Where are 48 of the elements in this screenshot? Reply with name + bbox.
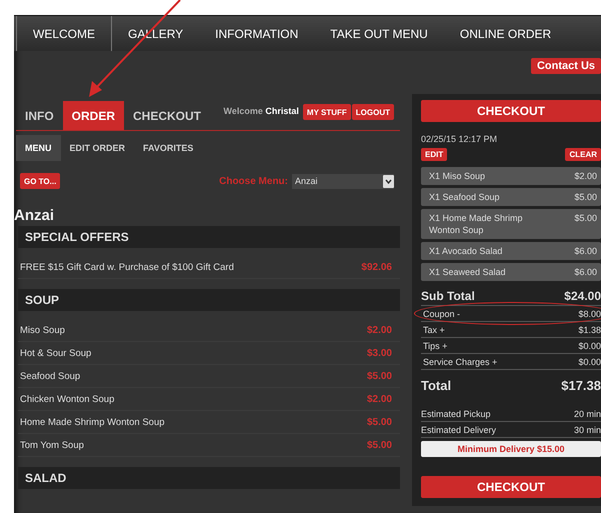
- menu-item[interactable]: Chicken Wonton Soup $2.00: [18, 388, 400, 411]
- tab[interactable]: CHECKOUT: [124, 101, 210, 130]
- estimate-row: Estimated Pickup 20 min: [421, 406, 601, 422]
- contact-us-button[interactable]: Contact Us: [530, 58, 601, 74]
- subtab[interactable]: FAVORITES: [134, 135, 202, 161]
- menu-item[interactable]: Seafood Soup $5.00: [18, 365, 400, 388]
- cart-item[interactable]: X1 Seafood Soup $5.00: [421, 188, 601, 206]
- clear-button[interactable]: CLEAR: [565, 148, 601, 161]
- tab[interactable]: INFO: [16, 101, 63, 130]
- cart-item[interactable]: X1 Seaweed Salad $6.00: [421, 263, 601, 281]
- charge-row: Service Charges + $0.00: [421, 354, 601, 370]
- go-to-button[interactable]: GO TO...: [20, 173, 60, 189]
- caret-icon: [383, 174, 394, 188]
- user-button[interactable]: MY STUFF: [302, 104, 351, 120]
- charge-row: Tips + $0.00: [421, 338, 601, 354]
- checkout-button[interactable]: CHECKOUT: [421, 100, 601, 122]
- menu-select[interactable]: Anzai: [292, 174, 394, 188]
- subtotal-row: Sub Total $24.00: [421, 284, 601, 306]
- nav-link[interactable]: WELCOME: [17, 16, 112, 51]
- subtab[interactable]: EDIT ORDER: [60, 135, 134, 161]
- charge-row: Tax + $1.38: [421, 322, 601, 338]
- charge-row: Coupon - $8.00: [421, 306, 601, 322]
- nav-link[interactable]: ONLINE ORDER: [444, 16, 568, 51]
- total-row-text: Total $17.38: [421, 377, 601, 395]
- nav-link[interactable]: TAKE OUT MENU: [314, 16, 444, 51]
- checkout-button[interactable]: CHECKOUT: [421, 476, 601, 498]
- order-datetime: 02/25/15 12:17 PM: [421, 134, 498, 144]
- nav-link[interactable]: INFORMATION: [199, 16, 314, 51]
- minimum-delivery-notice: Minimum Delivery $15.00: [421, 441, 601, 457]
- estimate-row: Estimated Delivery 30 min: [421, 422, 601, 438]
- menu-item[interactable]: FREE $15 Gift Card w. Purchase of $100 Gift Card $92.06: [18, 256, 400, 279]
- cart-item[interactable]: X1 Miso Soup $2.00: [421, 167, 601, 185]
- subtab[interactable]: MENU: [16, 135, 60, 161]
- edit-button[interactable]: EDIT: [421, 148, 448, 161]
- menu-title: Anzai: [14, 207, 56, 224]
- section-header: SALAD: [18, 467, 400, 489]
- user-button[interactable]: LOGOUT: [352, 104, 394, 120]
- section-header: SOUP: [18, 289, 400, 311]
- cart-item[interactable]: X1 Home Made Shrimp Wonton Soup $5.00: [421, 209, 601, 239]
- choose-menu-label: Choose Menu:: [219, 176, 288, 186]
- cart-item[interactable]: X1 Avocado Salad $6.00: [421, 242, 601, 260]
- menu-item[interactable]: Home Made Shrimp Wonton Soup $5.00: [18, 411, 400, 434]
- tab[interactable]: ORDER: [62, 101, 124, 130]
- welcome-text: Welcome Christal: [224, 106, 299, 116]
- menu-item[interactable]: Tom Yom Soup $5.00: [18, 434, 400, 457]
- menu-item[interactable]: Hot & Sour Soup $3.00: [18, 342, 400, 365]
- menu-item[interactable]: Miso Soup $2.00: [18, 319, 400, 342]
- section-header: SPECIAL OFFERS: [18, 226, 400, 248]
